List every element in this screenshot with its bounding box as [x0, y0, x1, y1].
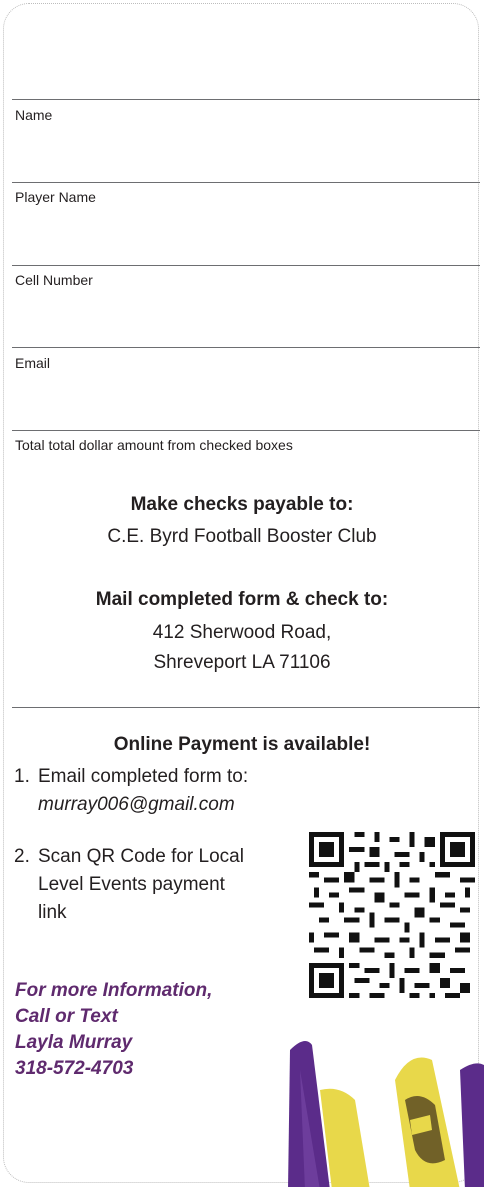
mail-address-line1: 412 Sherwood Road, [152, 622, 332, 643]
contact-info: For more Information, Call or Text Layla… [15, 978, 212, 1082]
cell-number-line [12, 265, 480, 266]
email-label: Email [15, 355, 51, 371]
cell-number-label: Cell Number [15, 272, 93, 288]
name-line [12, 99, 480, 100]
total-line [12, 430, 480, 431]
step-1-text: Email completed form to: [38, 766, 249, 787]
step-2-number: 2. [14, 846, 30, 867]
step-2-line2: Level Events payment [38, 874, 225, 895]
section-divider [12, 707, 480, 708]
online-step-2: 2. Scan QR Code for Local Level Events p… [14, 844, 304, 934]
online-step-1: 1. Email completed form to: murray006@gm… [14, 764, 474, 824]
step-1-email-link[interactable]: murray006@gmail.com [38, 792, 235, 817]
step-1-number: 1. [14, 766, 30, 787]
qr-code-icon[interactable] [309, 832, 475, 998]
contact-line1: For more Information, [15, 980, 213, 1001]
step-2-line1: Scan QR Code for Local [38, 846, 244, 867]
contact-phone[interactable]: 318-572-4703 [15, 1056, 212, 1082]
mail-heading: Mail completed form & check to: [95, 589, 389, 610]
payable-name: C.E. Byrd Football Booster Club [107, 526, 377, 547]
total-label: Total total dollar amount from checked b… [15, 437, 293, 453]
team-flags-image [288, 1041, 484, 1187]
contact-name: Layla Murray [15, 1032, 133, 1053]
player-name-label: Player Name [15, 189, 96, 205]
contact-line2: Call or Text [15, 1006, 118, 1027]
email-line [12, 347, 480, 348]
player-name-line [12, 182, 480, 183]
mail-address-line2: Shreveport LA 71106 [153, 652, 331, 673]
step-2-line3: link [38, 902, 67, 923]
online-heading: Online Payment is available! [113, 734, 371, 755]
name-label: Name [15, 107, 53, 123]
payable-heading: Make checks payable to: [130, 494, 354, 515]
